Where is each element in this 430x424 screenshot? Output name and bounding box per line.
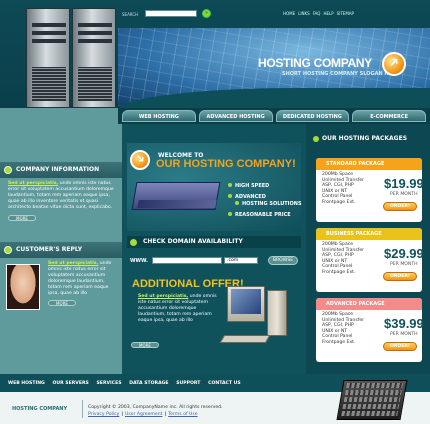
order-button[interactable]: ORDER! <box>383 342 417 351</box>
package-standard: STANDARD PACKAGE 200Mb Space Unlimited Tr… <box>316 158 424 222</box>
feature-high-speed: HIGH SPEED <box>228 183 269 189</box>
package-period: PER MONTH <box>390 332 418 337</box>
footer-logo: HOSTING COMPANY <box>12 406 68 412</box>
top-link-help[interactable]: HELP <box>323 11 333 16</box>
top-links: HOME LINKS FAQ HELP SITEMAP <box>283 11 354 16</box>
offer-link[interactable]: Sed ut perspiciatis, <box>138 294 188 299</box>
bottom-link-data-storage[interactable]: DATA STORAGE <box>129 381 168 386</box>
bottom-link-our-servers[interactable]: OUR SERVERS <box>53 381 89 386</box>
customer-reply-title: CUSTOMER'S REPLY <box>0 242 122 258</box>
left-column: COMPANY INFORMATION Sed ut perspiciatis,… <box>0 108 122 374</box>
footer-links: Privacy Policy | User Agreement | Terms of… <box>88 412 198 417</box>
package-title: ADVANCED PACKAGE <box>316 298 422 310</box>
domain-input[interactable] <box>152 257 222 264</box>
nav-advanced-hosting[interactable]: ADVANCED HOSTING <box>198 110 273 122</box>
server-tower-image <box>72 8 116 108</box>
brand-slogan: SHORT HOSTING COMPANY SLOGAN HERE <box>282 71 400 77</box>
search-input[interactable] <box>145 10 197 17</box>
bullet-icon <box>130 239 137 246</box>
package-title: BUSINESS PACKAGE <box>316 228 422 240</box>
server-tower-image <box>26 8 70 108</box>
company-info-title: COMPANY INFORMATION <box>0 162 122 178</box>
package-features: 200Mb Space Unlimited Transfer ASP, CGI, P… <box>322 172 365 205</box>
brand-title: HOSTING COMPANY <box>258 56 372 70</box>
offer-more-button[interactable]: MORE <box>131 342 159 348</box>
top-link-home[interactable]: HOME <box>283 11 295 16</box>
feature-advanced: ADVANCED <box>228 194 266 200</box>
package-features: 200Mb Space Unlimited Transfer ASP, CGI, P… <box>322 242 365 275</box>
package-price: $19.99 <box>384 176 424 191</box>
company-info-section: COMPANY INFORMATION Sed ut perspiciatis,… <box>0 162 122 226</box>
browse-button[interactable]: BROWSE <box>268 256 298 265</box>
package-price: $29.99 <box>384 246 424 261</box>
bullet-icon <box>313 136 319 142</box>
package-features: 200Mb Space Unlimited Transfer ASP, CGI, P… <box>322 312 365 345</box>
bottom-link-services[interactable]: SERVICES <box>97 381 122 386</box>
arrow-badge-icon: ➜ <box>130 150 150 170</box>
search-button[interactable]: » <box>202 9 211 18</box>
footer-link-agreement[interactable]: User Agreement <box>125 412 162 417</box>
package-period: PER MONTH <box>390 192 418 197</box>
customer-more-button[interactable]: MORE <box>48 300 76 306</box>
package-period: PER MONTH <box>390 262 418 267</box>
www-label: WWW. <box>130 258 149 264</box>
bottom-link-contact-us[interactable]: CONTACT US <box>208 381 241 386</box>
footer-copyright: Copyright © 2003, CompanyName inc. All r… <box>88 405 223 410</box>
hosting-page: SEARCH » HOME LINKS FAQ HELP SITEMAP HOS… <box>0 0 430 424</box>
footer-link-terms[interactable]: Terms of Use <box>168 412 197 417</box>
bottom-link-support[interactable]: SUPPORT <box>176 381 200 386</box>
nav-web-hosting[interactable]: WEB HOSTING <box>122 110 196 122</box>
offer-text: Sed ut perspiciatis, unde omnis iste nat… <box>138 294 217 323</box>
main-nav: WEB HOSTING ADVANCED HOSTING DEDICATED H… <box>118 108 430 124</box>
feature-reasonable-price: REASONABLE PRICE <box>228 212 291 218</box>
monitor-screen <box>231 289 261 314</box>
bottom-link-web-hosting[interactable]: WEB HOSTING <box>8 381 45 386</box>
arrow-orb-icon: ➜ <box>382 52 406 76</box>
domain-check-title: CHECK DOMAIN AVAILABILITY <box>127 236 301 248</box>
tld-select[interactable]: .com <box>224 257 258 264</box>
package-business: BUSINESS PACKAGE 200Mb Space Unlimited Tr… <box>316 228 424 292</box>
nav-dedicated-hosting[interactable]: DEDICATED HOSTING <box>275 110 350 122</box>
bullet-icon <box>4 166 12 174</box>
pc-tower-image <box>267 290 287 336</box>
welcome-line2: OUR HOSTING COMPANY! <box>156 158 296 170</box>
company-more-button[interactable]: MORE <box>8 215 36 221</box>
footer-link-privacy[interactable]: Privacy Policy <box>88 412 119 417</box>
customer-photo <box>6 264 40 310</box>
company-info-link[interactable]: Sed ut perspiciatis, <box>8 181 58 186</box>
company-info-text: Sed ut perspiciatis, unde omnis iste nat… <box>8 181 114 210</box>
keyboard-image <box>219 335 271 343</box>
nav-e-commerce[interactable]: E-COMMERCE <box>352 110 426 122</box>
order-button[interactable]: ORDER! <box>383 272 417 281</box>
top-link-links[interactable]: LINKS <box>298 11 310 16</box>
package-price: $39.99 <box>384 316 424 331</box>
storage-server-image <box>336 380 408 420</box>
bullet-icon <box>4 246 12 254</box>
package-advanced: ADVANCED PACKAGE 200Mb Space Unlimited Tr… <box>316 298 424 362</box>
order-button[interactable]: ORDER! <box>383 202 417 211</box>
footer-divider <box>82 400 83 418</box>
package-title: STANDARD PACKAGE <box>316 158 422 170</box>
top-link-faq[interactable]: FAQ <box>313 11 321 16</box>
rack-server-front <box>137 200 217 208</box>
customer-reply-link[interactable]: Sed ut perspiciatis, <box>48 261 98 266</box>
feature-hosting-solutions: HOSTING SOLUTIONS <box>228 201 302 207</box>
search-label: SEARCH <box>122 12 139 17</box>
packages-title: OUR HOSTING PACKAGES <box>322 135 408 142</box>
top-link-sitemap[interactable]: SITEMAP <box>337 11 354 16</box>
